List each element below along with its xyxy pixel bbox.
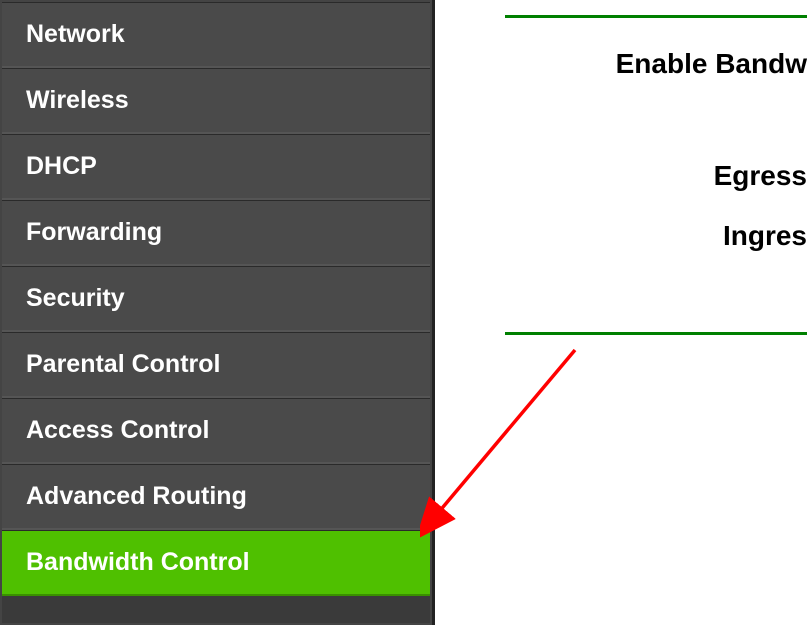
sidebar-item-forwarding[interactable]: Forwarding [2, 200, 430, 266]
sidebar-item-label: Parental Control [26, 350, 220, 378]
sidebar-item-label: Wireless [26, 86, 129, 114]
sidebar-item-dhcp[interactable]: DHCP [2, 134, 430, 200]
divider-line [505, 15, 807, 18]
sidebar-item-label: DHCP [26, 152, 97, 180]
sidebar-item-label: Advanced Routing [26, 482, 247, 510]
sidebar-item-label: Network [26, 20, 125, 48]
sidebar-item-access-control[interactable]: Access Control [2, 398, 430, 464]
ingress-label: Ingres [485, 220, 807, 252]
sidebar-item-wireless[interactable]: Wireless [2, 68, 430, 134]
sidebar-item-label: Security [26, 284, 125, 312]
sidebar-item-bandwidth-control[interactable]: Bandwidth Control [2, 530, 430, 596]
sidebar-item-label: Forwarding [26, 218, 162, 246]
enable-bandwidth-label: Enable Bandw [485, 48, 807, 80]
sidebar-item-network[interactable]: Network [2, 2, 430, 68]
sidebar-spacer [2, 596, 430, 623]
sidebar-item-label: Access Control [26, 416, 209, 444]
sidebar-item-advanced-routing[interactable]: Advanced Routing [2, 464, 430, 530]
sidebar-item-security[interactable]: Security [2, 266, 430, 332]
sidebar-item-parental-control[interactable]: Parental Control [2, 332, 430, 398]
content-area: Enable Bandw Egress Ingres [432, 0, 807, 625]
sidebar: Network Wireless DHCP Forwarding Securit… [0, 0, 432, 625]
egress-label: Egress [485, 160, 807, 192]
sidebar-item-label: Bandwidth Control [26, 548, 250, 576]
app-container: Network Wireless DHCP Forwarding Securit… [0, 0, 807, 625]
divider-line [505, 332, 807, 335]
